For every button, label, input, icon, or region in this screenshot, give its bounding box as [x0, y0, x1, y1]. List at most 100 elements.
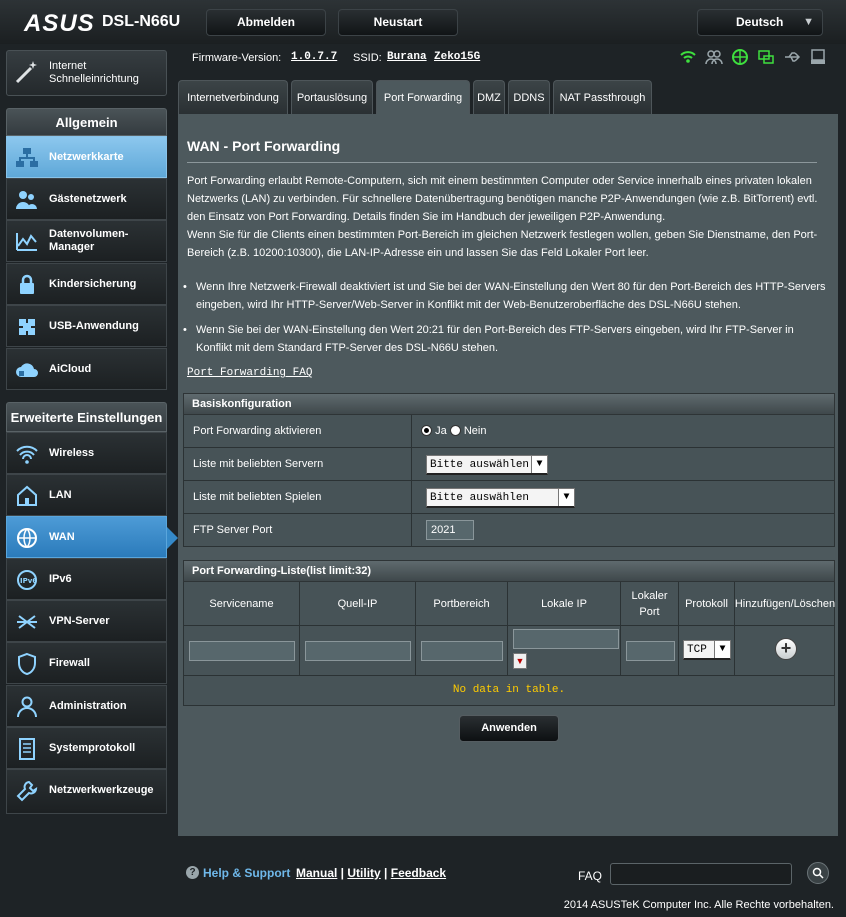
description-paragraph-2: Wenn Sie für die Clients einen bestimmte…	[187, 229, 818, 259]
firmware-version-link[interactable]: 1.0.7.7	[291, 51, 337, 63]
footer: ? Help & Support Manual | Utility | Feed…	[178, 858, 838, 888]
ssid-link-2[interactable]: Zeko15G	[434, 51, 480, 63]
games-select-value: Bitte auswählen	[430, 492, 530, 504]
page-title: WAN - Port Forwarding	[187, 138, 341, 154]
servicename-input[interactable]	[189, 641, 295, 661]
sidebar-item-label: LAN	[49, 489, 72, 501]
lan-icon	[15, 484, 39, 508]
sidebar-item-network-map[interactable]: Netzwerkkarte	[6, 136, 167, 178]
chevron-down-icon: ▼	[803, 16, 814, 28]
language-value: Deutsch	[736, 15, 784, 29]
sidebar-item-aicloud[interactable]: AiCloud	[6, 348, 167, 390]
ssid-label: SSID:	[353, 52, 382, 64]
utility-link[interactable]: Utility	[347, 866, 380, 880]
faq-label: FAQ	[578, 869, 603, 883]
sidebar-item-label: Netzwerkwerkzeuge	[49, 784, 154, 796]
administration-icon	[15, 695, 39, 719]
enable-no-label: Nein	[463, 425, 487, 437]
port-range-input[interactable]	[421, 641, 503, 661]
language-select[interactable]: Deutsch ▼	[697, 9, 823, 36]
local-ip-input[interactable]	[513, 629, 619, 649]
tab-dmz[interactable]: DMZ	[473, 80, 505, 114]
empty-table-message: No data in table.	[183, 676, 835, 706]
printer-status-icon[interactable]	[808, 48, 828, 68]
ssid-link-1[interactable]: Burana	[387, 51, 427, 63]
sidebar-item-label: Datenvolumen-Manager	[49, 228, 129, 253]
popular-servers-select[interactable]: Bitte auswählen ▼	[426, 455, 548, 475]
forwarding-list-columns: Servicename Quell-IP Portbereich Lokale …	[183, 582, 835, 626]
quick-internet-setup-button[interactable]: Internet Schnelleinrichtung	[6, 50, 167, 96]
tab-ddns[interactable]: DDNS	[508, 80, 550, 114]
network-map-icon	[15, 146, 39, 170]
general-section-heading: Allgemein	[6, 108, 167, 136]
sidebar-item-vpn-server[interactable]: VPN-Server	[6, 600, 167, 642]
ftp-port-input[interactable]: 2021	[426, 520, 474, 540]
sidebar-item-label: Kindersicherung	[49, 278, 137, 290]
sidebar-item-firewall[interactable]: Firewall	[6, 642, 167, 684]
sidebar-item-wan[interactable]: WAN	[6, 516, 178, 558]
sidebar-item-system-log[interactable]: Systemprotokoll	[6, 727, 167, 769]
faq-search-input[interactable]	[610, 863, 792, 885]
wan-icon	[15, 526, 39, 550]
sidebar-item-lan[interactable]: LAN	[6, 474, 167, 516]
feedback-link[interactable]: Feedback	[391, 866, 446, 880]
ftp-port-label: FTP Server Port	[184, 514, 412, 546]
local-ip-dropdown-icon[interactable]: ▼	[513, 653, 527, 669]
chevron-down-icon: ▼	[531, 456, 547, 473]
title-divider	[187, 162, 817, 163]
sidebar-item-network-tools[interactable]: Netzwerkwerkzeuge	[6, 769, 167, 814]
enable-no-radio[interactable]	[449, 425, 461, 436]
sidebar-item-label: Netzwerkkarte	[49, 151, 124, 163]
devices-status-icon[interactable]	[756, 48, 776, 68]
status-icons	[678, 48, 828, 68]
protocol-select[interactable]: TCP ▼	[683, 640, 731, 660]
forwarding-list-heading: Port Forwarding-Liste(list limit:32)	[183, 560, 835, 582]
enable-options: Ja Nein	[421, 415, 486, 447]
top-bar: ASUS DSL-N66U Abmelden Neustart Deutsch …	[0, 0, 846, 44]
advanced-section-heading: Erweiterte Einstellungen	[6, 402, 167, 432]
sidebar-item-traffic-manager[interactable]: Datenvolumen-Manager	[6, 220, 167, 262]
usb-status-icon[interactable]	[782, 48, 802, 68]
apply-button[interactable]: Anwenden	[459, 715, 559, 742]
enable-yes-radio[interactable]	[421, 425, 432, 436]
description-paragraph: Port Forwarding erlaubt Remote-Computern…	[187, 175, 818, 223]
logout-button[interactable]: Abmelden	[206, 9, 326, 36]
games-label: Liste mit beliebten Spielen	[184, 481, 412, 513]
servers-label: Liste mit beliebten Servern	[184, 448, 412, 480]
reboot-button[interactable]: Neustart	[338, 9, 458, 36]
popular-games-select[interactable]: Bitte auswählen ▼	[426, 488, 575, 508]
tab-internet-connection[interactable]: Internetverbindung	[178, 80, 288, 114]
sidebar-item-label: Firewall	[49, 657, 90, 669]
model-name: DSL-N66U	[102, 13, 181, 30]
internet-status-icon[interactable]	[730, 48, 750, 68]
sidebar-item-administration[interactable]: Administration	[6, 685, 167, 727]
tab-nat-passthrough[interactable]: NAT Passthrough	[553, 80, 652, 114]
search-icon[interactable]	[807, 862, 829, 884]
sidebar-item-wireless[interactable]: Wireless	[6, 432, 167, 474]
source-ip-input[interactable]	[305, 641, 411, 661]
sidebar-item-label: Wireless	[49, 447, 95, 459]
sidebar-item-ipv6[interactable]: IPv6 IPv6	[6, 558, 167, 600]
copyright: 2014 ASUSTeK Computer Inc. Alle Rechte v…	[563, 899, 834, 911]
note-http: Wenn Ihre Netzwerk-Firewall deaktiviert …	[182, 278, 832, 314]
col-local-port: Lokaler Port	[621, 582, 679, 625]
tab-port-forwarding[interactable]: Port Forwarding	[376, 80, 470, 114]
aicloud-icon	[15, 358, 39, 382]
sidebar-item-guest-network[interactable]: Gästenetzwerk	[6, 178, 167, 220]
local-port-input[interactable]	[626, 641, 675, 661]
col-port-range: Portbereich	[416, 582, 508, 625]
port-forwarding-faq-link[interactable]: Port Forwarding FAQ	[187, 367, 312, 379]
chevron-down-icon: ▼	[714, 641, 730, 658]
clients-status-icon[interactable]	[704, 48, 724, 68]
usb-app-icon	[15, 315, 39, 339]
sidebar-item-label: VPN-Server	[49, 615, 110, 627]
sidebar-item-parental-control[interactable]: Kindersicherung	[6, 263, 167, 305]
wifi-status-icon[interactable]	[678, 48, 698, 68]
tab-port-trigger[interactable]: Portauslösung	[291, 80, 373, 114]
col-local-ip: Lokale IP	[508, 582, 621, 625]
plus-icon: +	[780, 638, 792, 658]
add-rule-button[interactable]: +	[775, 638, 797, 660]
sidebar-item-usb-application[interactable]: USB-Anwendung	[6, 305, 167, 347]
page-description: Port Forwarding erlaubt Remote-Computern…	[187, 172, 827, 262]
manual-link[interactable]: Manual	[296, 866, 337, 880]
